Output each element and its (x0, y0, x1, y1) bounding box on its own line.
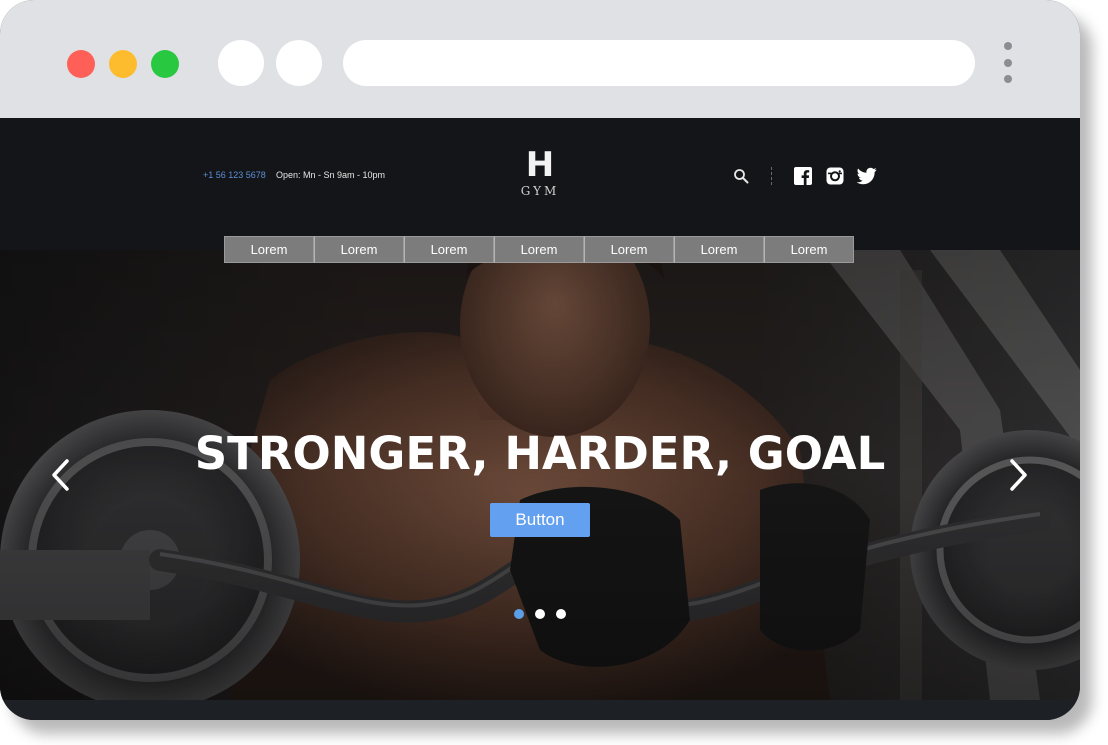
forward-button[interactable] (276, 40, 322, 86)
slide-indicator-2[interactable] (535, 609, 545, 619)
nav-item-4[interactable]: Lorem (494, 236, 584, 263)
next-section-strip (0, 700, 1080, 720)
close-window-button[interactable] (67, 50, 95, 78)
browser-toolbar (0, 0, 1080, 118)
main-nav: Lorem Lorem Lorem Lorem Lorem Lorem Lore… (224, 236, 856, 265)
nav-item-5[interactable]: Lorem (584, 236, 674, 263)
facebook-icon[interactable] (794, 167, 812, 185)
phone-link[interactable]: +1 56 123 5678 (203, 170, 266, 180)
nav-item-6[interactable]: Lorem (674, 236, 764, 263)
chevron-right-icon[interactable] (1006, 458, 1030, 492)
maximize-window-button[interactable] (151, 50, 179, 78)
browser-menu-icon[interactable] (1001, 42, 1015, 84)
opening-hours: Open: Mn - Sn 9am - 10pm (276, 170, 386, 180)
logo-text[interactable]: GYM (510, 184, 570, 198)
site-header: +1 56 123 5678 Open: Mn - Sn 9am - 10pm … (0, 118, 1080, 250)
nav-item-3[interactable]: Lorem (404, 236, 494, 263)
address-bar[interactable] (343, 40, 975, 86)
hero-cta-button[interactable]: Button (490, 503, 590, 537)
header-divider (771, 167, 772, 185)
slide-indicator-3[interactable] (556, 609, 566, 619)
logo-mark[interactable]: H (516, 148, 564, 182)
nav-item-1[interactable]: Lorem (224, 236, 314, 263)
back-button[interactable] (218, 40, 264, 86)
slide-indicator-1[interactable] (514, 609, 524, 619)
minimize-window-button[interactable] (109, 50, 137, 78)
chevron-left-icon[interactable] (49, 458, 73, 492)
hero-headline: STRONGER, HARDER, GOAL (194, 427, 886, 480)
nav-item-7[interactable]: Lorem (764, 236, 854, 263)
twitter-icon[interactable] (857, 167, 877, 185)
instagram-icon[interactable] (826, 167, 844, 185)
nav-item-2[interactable]: Lorem (314, 236, 404, 263)
search-icon[interactable] (733, 168, 749, 184)
browser-window: +1 56 123 5678 Open: Mn - Sn 9am - 10pm … (0, 0, 1080, 720)
